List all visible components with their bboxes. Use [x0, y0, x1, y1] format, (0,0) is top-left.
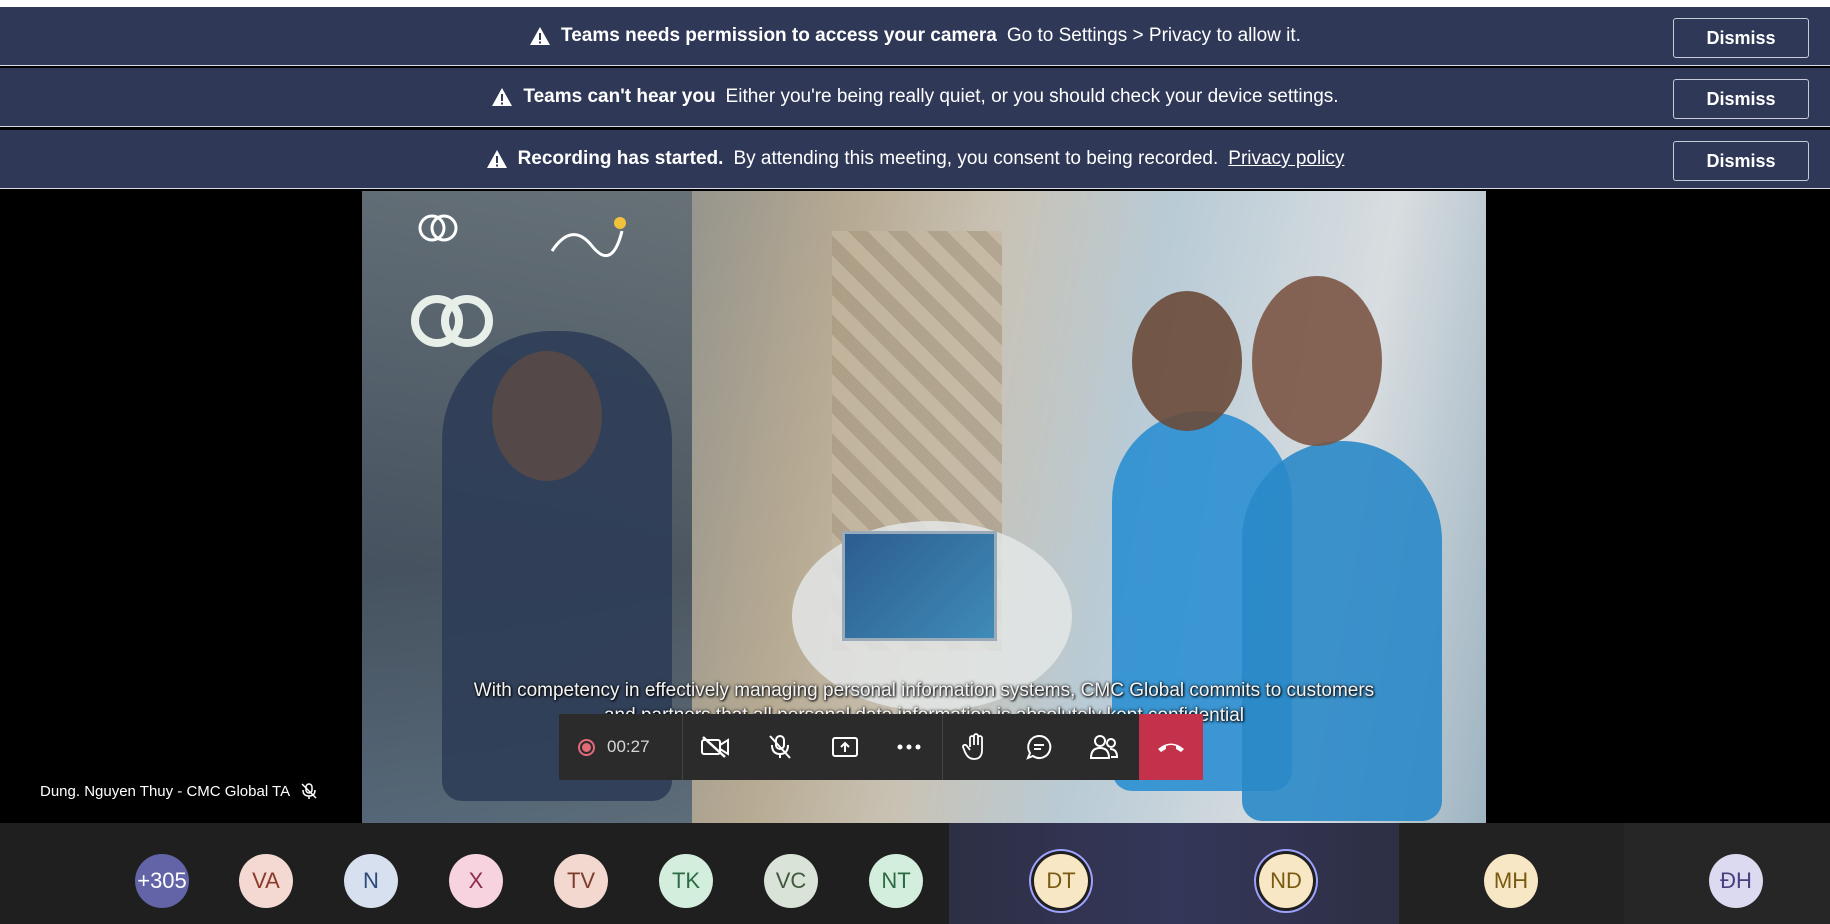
- camera-off-icon: [701, 736, 730, 758]
- privacy-policy-link[interactable]: Privacy policy: [1228, 148, 1344, 170]
- share-screen-button[interactable]: [812, 714, 877, 780]
- recording-banner: Recording has started. By attending this…: [0, 130, 1830, 189]
- active-speaker-tiles: [949, 823, 1399, 924]
- chat-icon: [1026, 734, 1052, 760]
- avatar-initials: MH: [1493, 868, 1529, 893]
- raise-hand-button[interactable]: [941, 714, 1007, 780]
- avatar-initials: ĐH: [1720, 868, 1752, 893]
- avatar-initials: X: [468, 868, 484, 893]
- avatar-initials: DT: [1046, 868, 1076, 893]
- avatar[interactable]: X: [449, 854, 503, 908]
- more-options-icon: [897, 744, 921, 750]
- avatar[interactable]: MH: [1484, 854, 1538, 908]
- dismiss-button[interactable]: Dismiss: [1673, 141, 1809, 181]
- banner-text: Either you're being really quiet, or you…: [725, 86, 1339, 107]
- warning-icon: [530, 27, 551, 45]
- banner-text: By attending this meeting, you consent t…: [733, 148, 1219, 169]
- avatar[interactable]: VA: [239, 854, 293, 908]
- video-laptop: [842, 531, 997, 641]
- cmc-global-logo: [411, 214, 493, 347]
- avatar-initials: TK: [671, 868, 701, 893]
- camera-toggle-button[interactable]: [683, 714, 748, 780]
- caption-line-1: With competency in effectively managing …: [473, 680, 1375, 701]
- dismiss-button[interactable]: Dismiss: [1673, 79, 1809, 119]
- camera-permission-banner: Teams needs permission to access your ca…: [0, 7, 1830, 66]
- avatar[interactable]: VC: [764, 854, 818, 908]
- participants-icon: [1089, 735, 1118, 759]
- banner-title: Teams can't hear you: [523, 86, 716, 107]
- speaking-avatar[interactable]: DT: [1034, 854, 1088, 908]
- avatar-initials: NT: [881, 868, 911, 893]
- meeting-control-bar: 00:27: [559, 714, 1204, 780]
- avatar-initials: N: [363, 868, 379, 893]
- recording-indicator: 00:27: [559, 714, 683, 780]
- avatar-initials: VA: [252, 868, 280, 893]
- banner-title: Teams needs permission to access your ca…: [561, 25, 997, 46]
- banner-message: Teams needs permission to access your ca…: [529, 25, 1301, 47]
- avatar[interactable]: ĐH: [1709, 854, 1763, 908]
- mic-toggle-button[interactable]: [747, 714, 812, 780]
- warning-icon: [486, 150, 507, 168]
- mic-off-icon: [769, 735, 791, 759]
- banner-message: Teams can't hear you Either you're being…: [491, 86, 1339, 108]
- avatar[interactable]: N: [344, 854, 398, 908]
- speaking-avatar[interactable]: ND: [1259, 854, 1313, 908]
- presenter-name: Dung. Nguyen Thuy - CMC Global TA: [40, 782, 291, 800]
- chat-button[interactable]: [1007, 714, 1072, 780]
- participant-strip: +305 VA N X TV TK VC NT DT ND MH ĐH: [0, 823, 1830, 924]
- avatar[interactable]: NT: [869, 854, 923, 908]
- banner-message: Recording has started. By attending this…: [486, 148, 1344, 170]
- avatar[interactable]: TK: [659, 854, 713, 908]
- warning-icon: [492, 88, 513, 106]
- participants-button[interactable]: [1071, 714, 1136, 780]
- mic-off-icon: [301, 783, 317, 799]
- video-person-left-head: [492, 351, 602, 481]
- audio-warning-banner: Teams can't hear you Either you're being…: [0, 68, 1830, 127]
- avatar[interactable]: TV: [554, 854, 608, 908]
- young-logo: [550, 217, 626, 258]
- video-person-right: [1242, 441, 1442, 821]
- avatar-initials: +305: [137, 868, 187, 893]
- recording-timer: 00:27: [607, 737, 650, 756]
- presenter-name-label: Dung. Nguyen Thuy - CMC Global TA: [40, 782, 318, 800]
- avatar-initials: ND: [1270, 868, 1302, 893]
- banner-text: Go to Settings > Privacy to allow it.: [1006, 25, 1301, 46]
- more-participants-button[interactable]: +305: [135, 854, 189, 908]
- recording-dot-icon: [578, 738, 595, 756]
- banner-title: Recording has started.: [517, 148, 724, 169]
- top-strip: [0, 0, 1830, 7]
- raise-hand-icon: [961, 733, 983, 760]
- meeting-stage: With competency in effectively managing …: [0, 191, 1830, 823]
- hang-up-icon: [1158, 743, 1185, 752]
- dismiss-button[interactable]: Dismiss: [1673, 18, 1809, 58]
- avatar-initials: VC: [775, 868, 807, 893]
- avatar-initials: TV: [566, 868, 596, 893]
- video-person-middle-head: [1132, 291, 1242, 431]
- share-screen-icon: [831, 737, 858, 757]
- video-person-right-head: [1252, 276, 1382, 446]
- more-options-button[interactable]: [877, 714, 942, 780]
- hang-up-button[interactable]: [1139, 714, 1204, 780]
